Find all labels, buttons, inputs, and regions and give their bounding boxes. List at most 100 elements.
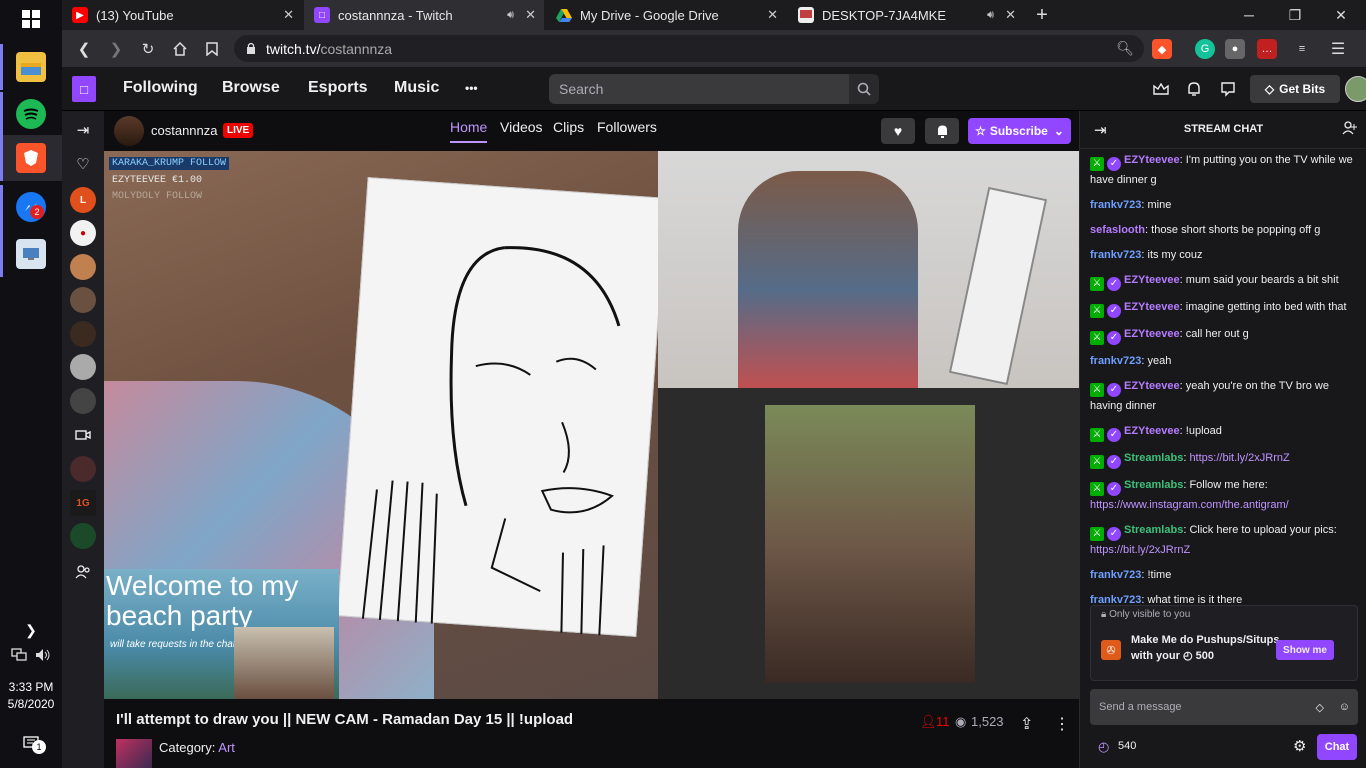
chat-username[interactable]: frankv723 — [1090, 569, 1141, 581]
chat-username[interactable]: EZYteevee — [1124, 154, 1180, 166]
verified-check-icon[interactable]: ✓ — [1107, 331, 1121, 345]
followed-channel-avatar[interactable] — [70, 287, 96, 313]
search-input[interactable]: Search — [549, 74, 849, 104]
notifications-bell-icon[interactable] — [1184, 79, 1204, 99]
menu-icon[interactable]: ☰ — [1328, 39, 1348, 59]
close-tab-icon[interactable]: ✕ — [1005, 7, 1016, 23]
chat-input[interactable]: Send a message ◇ ☺ — [1090, 689, 1358, 725]
chat-username[interactable]: Streamlabs — [1124, 524, 1183, 536]
home-icon[interactable] — [168, 37, 192, 61]
verified-check-icon[interactable]: ✓ — [1107, 304, 1121, 318]
chat-link[interactable]: https://bit.ly/2xJRrnZ — [1090, 544, 1190, 556]
video-player[interactable]: KARAKA_KRUMP FOLLOW EZYTEEVEE €1.00 MOLY… — [104, 151, 1079, 699]
extension-badge-icon[interactable]: … — [1257, 39, 1277, 59]
moderator-sword-icon[interactable]: ⚔ — [1090, 277, 1104, 291]
category-thumbnail[interactable] — [116, 739, 152, 768]
chat-message[interactable]: frankv723: its my couz — [1090, 246, 1360, 264]
moderator-sword-icon[interactable]: ⚔ — [1090, 428, 1104, 442]
chat-username[interactable]: Streamlabs — [1124, 479, 1183, 491]
restore-icon[interactable]: ❐ — [1272, 0, 1318, 30]
chat-username[interactable]: frankv723 — [1090, 249, 1141, 261]
chat-message[interactable]: ⚔ ✓ EZYteevee: I'm putting you on the TV w… — [1090, 151, 1360, 189]
tab-desktop[interactable]: DESKTOP-7JA4MKE 🔊︎ ✕ — [788, 0, 1024, 30]
close-window-icon[interactable]: ✕ — [1318, 0, 1364, 30]
tab-youtube[interactable]: ▶ (13) YouTube ✕ — [62, 0, 302, 30]
chat-username[interactable]: EZYteevee — [1124, 425, 1180, 437]
verified-check-icon[interactable]: ✓ — [1107, 482, 1121, 496]
minimize-icon[interactable]: ─ — [1226, 0, 1272, 30]
followed-channel-avatar[interactable]: ● — [70, 220, 96, 246]
verified-check-icon[interactable]: ✓ — [1107, 428, 1121, 442]
back-icon[interactable]: ❮ — [72, 37, 96, 61]
nav-following[interactable]: Following — [123, 79, 198, 97]
chat-message[interactable]: frankv723: yeah — [1090, 352, 1360, 370]
chat-username[interactable]: EZYteevee — [1124, 301, 1180, 313]
nav-music[interactable]: Music — [394, 79, 439, 97]
chat-username[interactable]: EZYteevee — [1124, 274, 1180, 286]
close-tab-icon[interactable]: ✕ — [767, 7, 778, 23]
followed-channel-avatar[interactable] — [70, 388, 96, 414]
close-tab-icon[interactable]: ✕ — [283, 7, 294, 23]
tab-home[interactable]: Home — [450, 119, 488, 143]
community-icon[interactable] — [1342, 121, 1357, 138]
tab-clips[interactable]: Clips — [553, 119, 584, 135]
spotify-icon[interactable] — [16, 99, 46, 129]
followed-channel-avatar[interactable] — [70, 321, 96, 347]
tab-google-drive[interactable]: My Drive - Google Drive ✕ — [546, 0, 786, 30]
chat-username[interactable]: EZYteevee — [1124, 380, 1180, 392]
friends-icon[interactable] — [72, 561, 94, 583]
forward-icon[interactable]: ❯ — [104, 37, 128, 61]
notification-bell-button[interactable] — [925, 118, 959, 144]
category-link[interactable]: Art — [218, 740, 235, 755]
chat-send-button[interactable]: Chat — [1317, 734, 1357, 760]
tab-twitch[interactable]: □ costannnza - Twitch 🔊︎ ✕ — [304, 0, 544, 30]
chat-message[interactable]: ⚔ ✓ Streamlabs: Follow me here: https://ww… — [1090, 476, 1360, 514]
nav-esports[interactable]: Esports — [308, 79, 368, 97]
search-icon[interactable] — [849, 74, 879, 104]
new-tab-icon[interactable]: + — [1019, 0, 1065, 30]
chat-message[interactable]: sefaslooth: those short shorts be poppin… — [1090, 221, 1360, 239]
verified-check-icon[interactable]: ✓ — [1107, 277, 1121, 291]
verified-check-icon[interactable]: ✓ — [1107, 383, 1121, 397]
network-icon[interactable] — [8, 640, 30, 670]
chat-username[interactable]: Streamlabs — [1124, 452, 1183, 464]
chat-username[interactable]: frankv723 — [1090, 355, 1141, 367]
chat-message[interactable]: ⚔ ✓ EZYteevee: mum said your beards a bit … — [1090, 271, 1360, 291]
close-tab-icon[interactable]: ✕ — [525, 7, 536, 23]
verified-check-icon[interactable]: ✓ — [1107, 527, 1121, 541]
moderator-sword-icon[interactable]: ⚔ — [1090, 331, 1104, 345]
zoom-icon[interactable]: 🔍︎ — [1116, 40, 1134, 57]
followed-channel-avatar[interactable]: L — [70, 187, 96, 213]
chat-username[interactable]: frankv723 — [1090, 199, 1141, 211]
file-explorer-icon[interactable] — [16, 52, 46, 82]
chat-message[interactable]: ⚔ ✓ EZYteevee: imagine getting into bed wi… — [1090, 298, 1360, 318]
get-bits-button[interactable]: ◇ Get Bits — [1250, 75, 1340, 103]
channel-avatar[interactable] — [114, 116, 144, 146]
user-avatar[interactable] — [1345, 76, 1366, 102]
twitch-logo-icon[interactable]: □ — [72, 76, 96, 102]
share-icon[interactable]: ⇪ — [1020, 714, 1033, 734]
more-options-icon[interactable]: ⋮ — [1054, 714, 1070, 734]
taskbar-time[interactable]: 3:33 PM — [0, 680, 62, 694]
chat-message[interactable]: ⚔ ✓ Streamlabs: Click here to upload your … — [1090, 521, 1360, 559]
moderator-sword-icon[interactable]: ⚔ — [1090, 157, 1104, 171]
bookmark-icon[interactable] — [200, 37, 224, 61]
prime-crown-icon[interactable] — [1151, 79, 1171, 99]
audio-playing-icon[interactable]: 🔊︎ — [507, 9, 514, 22]
whispers-icon[interactable] — [1218, 79, 1238, 99]
recommended-channel-avatar[interactable] — [70, 456, 96, 482]
address-bar[interactable]: twitch.tv/costannnza 🔍︎ — [234, 35, 1144, 62]
more-icon[interactable]: ••• — [465, 81, 478, 95]
moderator-sword-icon[interactable]: ⚔ — [1090, 527, 1104, 541]
recommended-channel-avatar[interactable] — [70, 523, 96, 549]
taskbar-date[interactable]: 5/8/2020 — [0, 697, 62, 711]
tab-videos[interactable]: Videos — [500, 119, 543, 135]
reload-icon[interactable]: ↻ — [136, 37, 160, 61]
bits-icon[interactable]: ◇ — [1316, 701, 1324, 714]
chat-message[interactable]: ⚔ ✓ Streamlabs: https://bit.ly/2xJRrnZ — [1090, 449, 1360, 469]
tab-followers[interactable]: Followers — [597, 119, 657, 135]
moderator-sword-icon[interactable]: ⚔ — [1090, 383, 1104, 397]
chat-message[interactable]: frankv723: !time — [1090, 566, 1360, 584]
windows-start-icon[interactable] — [16, 4, 46, 34]
channel-points-icon[interactable]: ◴ — [1098, 739, 1109, 755]
